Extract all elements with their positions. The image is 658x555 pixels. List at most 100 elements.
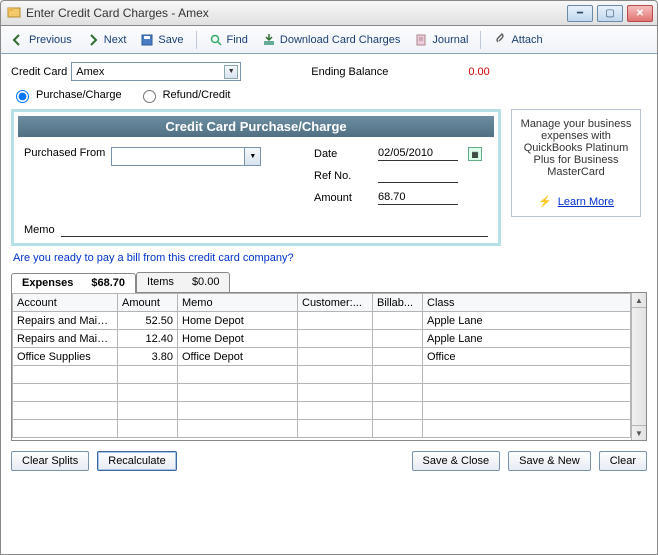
col-billable[interactable]: Billab...	[373, 294, 423, 312]
save-close-button[interactable]: Save & Close	[412, 451, 501, 471]
download-charges-button[interactable]: Download Card Charges	[258, 31, 404, 49]
cell-account[interactable]	[13, 420, 118, 438]
calendar-icon[interactable]: ▦	[468, 147, 482, 161]
cell-customer[interactable]	[298, 366, 373, 384]
cell-class[interactable]	[423, 402, 631, 420]
cell-amount[interactable]	[118, 366, 178, 384]
cell-memo[interactable]: Home Depot	[178, 330, 298, 348]
journal-button[interactable]: Journal	[410, 31, 472, 49]
col-amount[interactable]: Amount	[118, 294, 178, 312]
amount-input[interactable]	[378, 191, 458, 205]
save-label: Save	[158, 34, 183, 46]
cell-customer[interactable]	[298, 348, 373, 366]
attach-label: Attach	[511, 34, 542, 46]
cell-memo[interactable]: Home Depot	[178, 312, 298, 330]
tab-items[interactable]: Items $0.00	[136, 272, 230, 292]
cell-class[interactable]: Apple Lane	[423, 312, 631, 330]
scrollbar[interactable]: ▲ ▼	[631, 293, 646, 440]
cell-memo[interactable]: Office Depot	[178, 348, 298, 366]
cell-memo[interactable]	[178, 402, 298, 420]
refund-radio[interactable]: Refund/Credit	[138, 87, 231, 103]
tab-expenses[interactable]: Expenses $68.70	[11, 273, 136, 293]
cell-billable[interactable]	[373, 384, 423, 402]
cell-billable[interactable]	[373, 366, 423, 384]
col-account[interactable]: Account	[13, 294, 118, 312]
cell-billable[interactable]	[373, 312, 423, 330]
maximize-button[interactable]: ▢	[597, 5, 623, 22]
tab-items-amount: $0.00	[192, 276, 220, 288]
toolbar-separator	[196, 31, 197, 49]
recalculate-button[interactable]: Recalculate	[97, 451, 176, 471]
col-customer[interactable]: Customer:...	[298, 294, 373, 312]
cell-memo[interactable]	[178, 366, 298, 384]
date-input[interactable]	[378, 147, 458, 161]
cell-amount[interactable]	[118, 420, 178, 438]
cell-class[interactable]	[423, 366, 631, 384]
clear-button[interactable]: Clear	[599, 451, 647, 471]
previous-button[interactable]: Previous	[7, 31, 76, 49]
table-row[interactable]	[13, 420, 631, 438]
cell-billable[interactable]	[373, 330, 423, 348]
cell-customer[interactable]	[298, 384, 373, 402]
cell-amount[interactable]: 52.50	[118, 312, 178, 330]
cell-account[interactable]: Repairs and Maint...	[13, 330, 118, 348]
col-memo[interactable]: Memo	[178, 294, 298, 312]
save-new-button[interactable]: Save & New	[508, 451, 591, 471]
scroll-down-icon[interactable]: ▼	[632, 425, 646, 440]
close-button[interactable]: ✕	[627, 5, 653, 22]
cell-account[interactable]: Office Supplies	[13, 348, 118, 366]
purchase-radio[interactable]: Purchase/Charge	[11, 87, 122, 103]
find-button[interactable]: Find	[205, 31, 252, 49]
memo-input[interactable]	[61, 223, 488, 237]
cell-customer[interactable]	[298, 330, 373, 348]
table-row[interactable]	[13, 402, 631, 420]
cell-class[interactable]: Office	[423, 348, 631, 366]
grid-header-row: Account Amount Memo Customer:... Billab.…	[13, 294, 631, 312]
cell-billable[interactable]	[373, 420, 423, 438]
cell-customer[interactable]	[298, 402, 373, 420]
scroll-up-icon[interactable]: ▲	[632, 293, 646, 308]
pay-bill-link[interactable]: Are you ready to pay a bill from this cr…	[13, 252, 294, 264]
attach-button[interactable]: Attach	[489, 31, 546, 49]
disk-icon	[140, 33, 154, 47]
next-button[interactable]: Next	[82, 31, 131, 49]
cell-class[interactable]	[423, 384, 631, 402]
credit-card-select[interactable]: Amex ▼	[71, 62, 241, 81]
refund-radio-input[interactable]	[143, 90, 156, 103]
purchase-panel-title: Credit Card Purchase/Charge	[18, 116, 494, 137]
refno-input[interactable]	[378, 169, 458, 183]
tab-expenses-label: Expenses	[22, 277, 73, 289]
main-area: Credit Card Amex ▼ Ending Balance 0.00 P…	[0, 54, 658, 555]
cell-class[interactable]: Apple Lane	[423, 330, 631, 348]
cell-memo[interactable]	[178, 420, 298, 438]
cell-account[interactable]	[13, 384, 118, 402]
cell-account[interactable]	[13, 402, 118, 420]
cell-class[interactable]	[423, 420, 631, 438]
transaction-type-row: Purchase/Charge Refund/Credit	[11, 87, 647, 103]
promo-learn-more-link[interactable]: Learn More	[558, 196, 614, 208]
cell-amount[interactable]: 3.80	[118, 348, 178, 366]
save-button[interactable]: Save	[136, 31, 187, 49]
cell-account[interactable]	[13, 366, 118, 384]
cell-amount[interactable]	[118, 384, 178, 402]
window-buttons: ━ ▢ ✕	[567, 5, 653, 22]
table-row[interactable]: Office Supplies3.80Office Depot Office	[13, 348, 631, 366]
cell-account[interactable]: Repairs and Maint...	[13, 312, 118, 330]
cell-billable[interactable]	[373, 402, 423, 420]
table-row[interactable]	[13, 366, 631, 384]
cell-amount[interactable]	[118, 402, 178, 420]
cell-customer[interactable]	[298, 420, 373, 438]
table-row[interactable]: Repairs and Maint...52.50Home Depot Apple…	[13, 312, 631, 330]
date-label: Date	[314, 148, 370, 160]
cell-customer[interactable]	[298, 312, 373, 330]
purchase-radio-input[interactable]	[16, 90, 29, 103]
minimize-button[interactable]: ━	[567, 5, 593, 22]
cell-amount[interactable]: 12.40	[118, 330, 178, 348]
purchased-from-select[interactable]: ▼	[111, 147, 261, 166]
clear-splits-button[interactable]: Clear Splits	[11, 451, 89, 471]
table-row[interactable]: Repairs and Maint...12.40Home Depot Apple…	[13, 330, 631, 348]
cell-billable[interactable]	[373, 348, 423, 366]
col-class[interactable]: Class	[423, 294, 631, 312]
cell-memo[interactable]	[178, 384, 298, 402]
table-row[interactable]	[13, 384, 631, 402]
